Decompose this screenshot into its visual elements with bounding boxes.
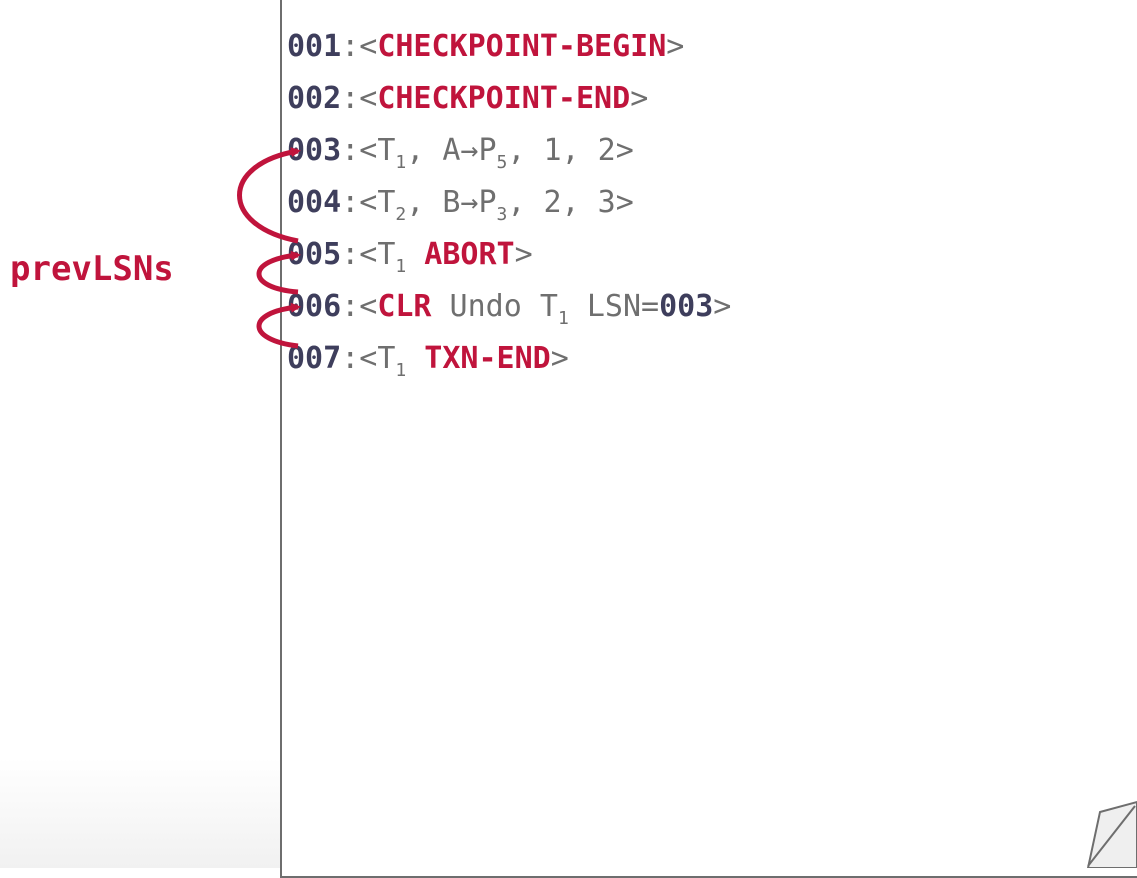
arrow-007-to-006 [256,302,301,349]
arrow-005-to-003 [237,147,301,244]
prevlsn-arrows [237,147,301,349]
arrow-006-to-005 [256,250,301,295]
page-curl-icon [1086,800,1137,868]
